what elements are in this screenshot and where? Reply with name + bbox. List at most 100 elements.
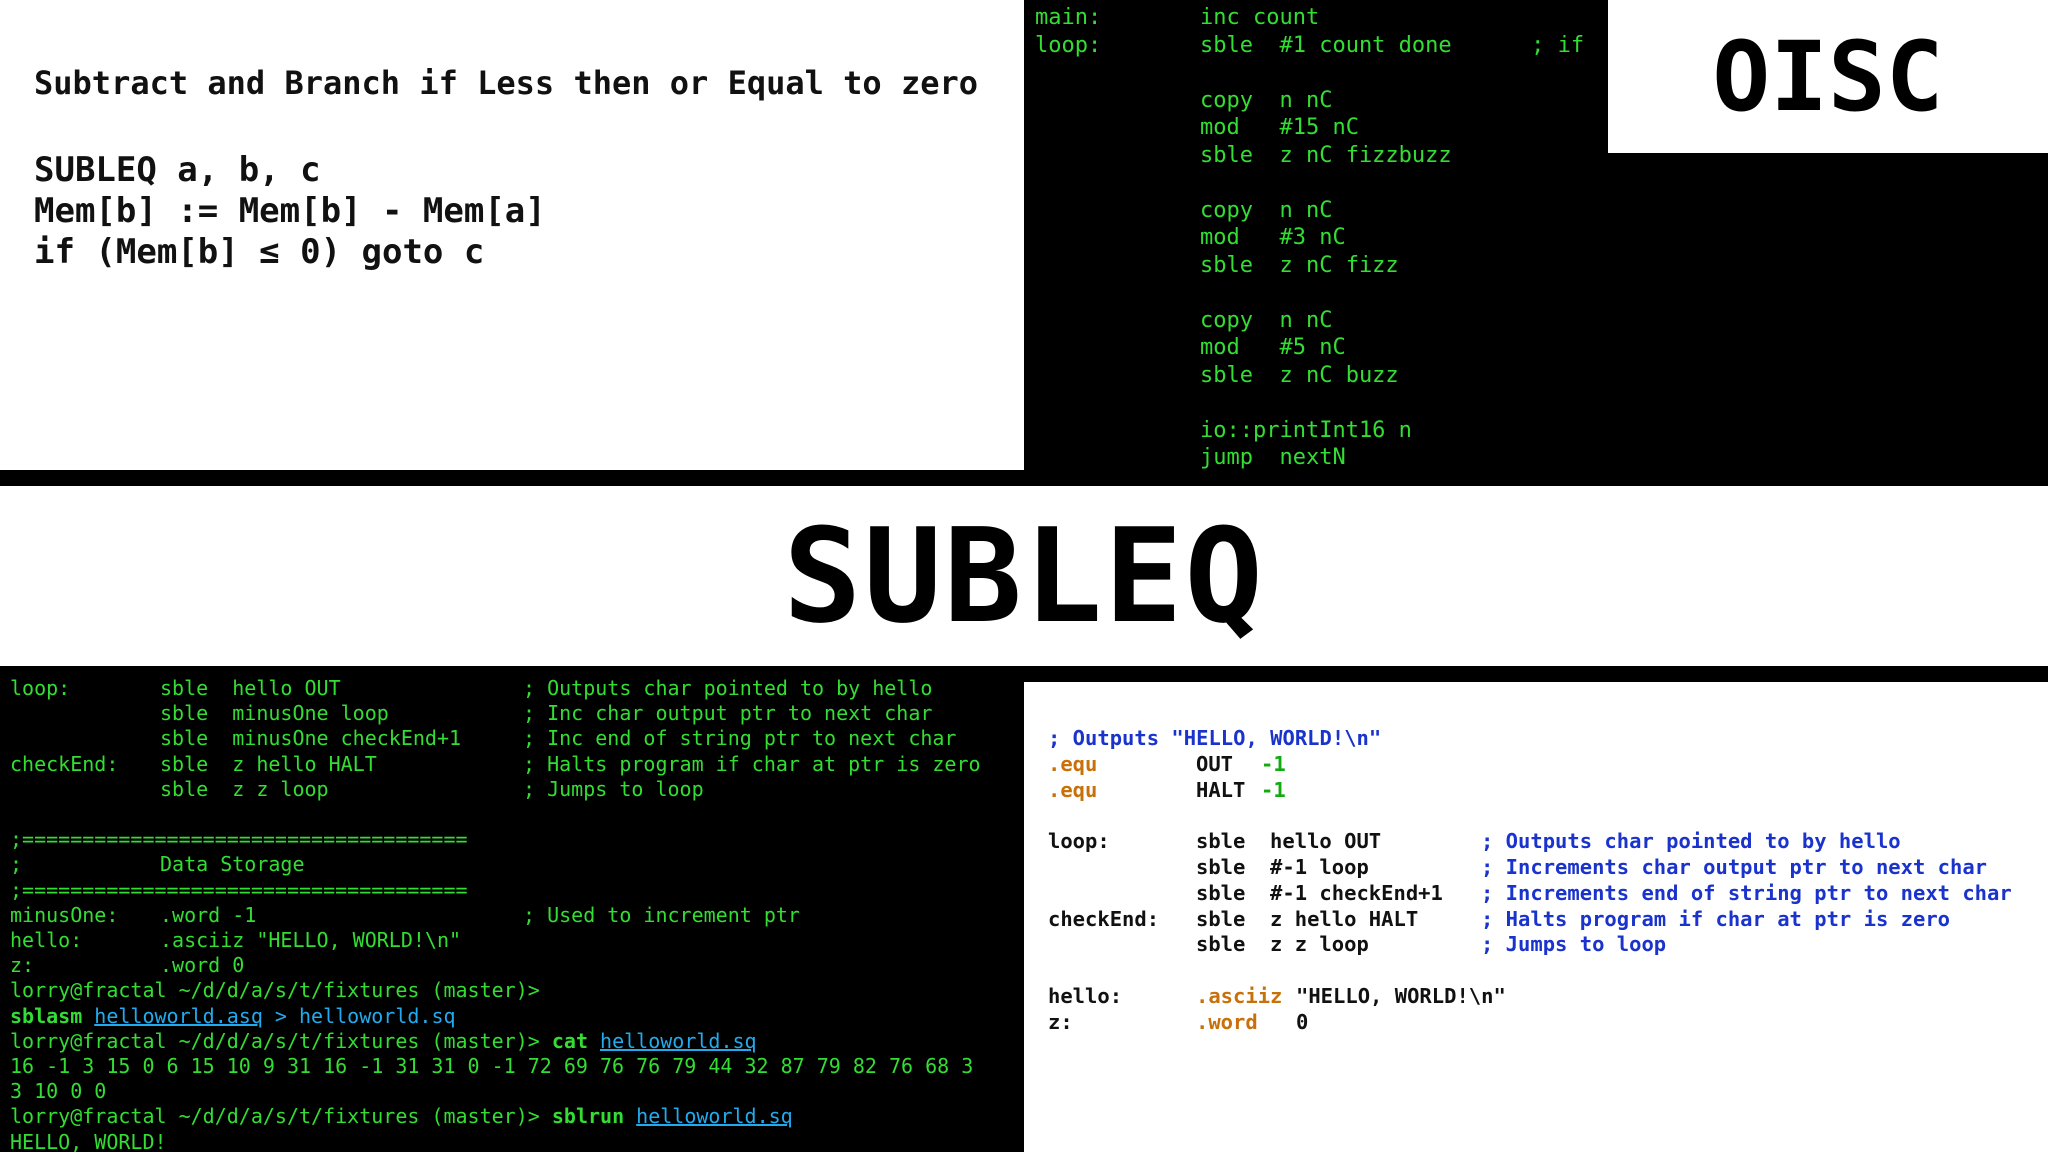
code-label: minusOne: <box>10 902 119 927</box>
code-line: sble #-1 checkEnd+1 ; Increments end of s… <box>1048 881 2012 907</box>
code-label: checkEnd: <box>1048 906 1160 931</box>
code-line: copy n nC <box>1035 197 1584 225</box>
code-line: loop: sble #1 count done ; if <box>1035 32 1584 60</box>
code-instruction: inc count <box>1200 5 1320 30</box>
code-instruction: sble #-1 loop <box>1196 854 1369 879</box>
equ-name: HALT <box>1196 777 1246 802</box>
code-line: minusOne: .word -1 ; Used to increment ptr <box>10 903 981 928</box>
code-label: loop: <box>1035 32 1102 58</box>
code-instruction: Data Storage <box>160 852 305 877</box>
terminal-file-link[interactable]: helloworld.asq <box>94 1004 263 1029</box>
code-comment: ; Inc end of string ptr to next char <box>523 726 957 751</box>
data-value: "HELLO, WORLD!\n" <box>1296 983 1506 1008</box>
code-label <box>1035 59 1200 87</box>
code-line: sble minusOne loop ; Inc char output ptr … <box>10 701 981 726</box>
code-comment: ; Used to increment ptr <box>523 902 800 927</box>
code-instruction: mod #3 nC <box>1200 225 1346 250</box>
code-instruction: sble minusOne checkEnd+1 <box>160 726 462 751</box>
code-label <box>1035 224 1200 252</box>
code-label <box>1035 252 1200 280</box>
terminal-prompt-line: lorry@fractal ~/d/d/a/s/t/fixtures (mast… <box>10 978 981 1003</box>
data-line: hello: .asciiz "HELLO, WORLD!\n" <box>1048 984 2012 1010</box>
terminal-command: sblrun <box>551 1104 625 1129</box>
code-comment: ; Increments char output ptr to next cha… <box>1481 854 1988 879</box>
code-instruction: sble #1 count done ; if <box>1200 32 1585 58</box>
code-instruction: sble z hello HALT <box>1196 906 1419 931</box>
code-instruction: sble z z loop <box>160 776 329 801</box>
code-instruction: mod #5 nC <box>1200 335 1346 360</box>
oisc-label: OISC <box>1712 20 1944 133</box>
data-directive: .word <box>1196 1009 1258 1034</box>
code-line: sble z z loop ; Jumps to loop <box>1048 932 2012 958</box>
source-instruction-block: loop: sble hello OUT ; Outputs char pointe… <box>1048 829 2012 958</box>
code-label <box>1035 142 1200 170</box>
code-comment: ; Outputs char pointed to by hello <box>523 676 933 700</box>
code-comment: ; Jumps to loop <box>523 776 704 801</box>
code-label <box>1035 334 1200 362</box>
code-label <box>1035 389 1200 417</box>
code-line: checkEnd: sble z hello HALT ; Halts progra… <box>10 752 981 777</box>
code-line: copy n nC <box>1035 87 1584 115</box>
code-label <box>1035 307 1200 335</box>
code-instruction: sble z nC fizz <box>1200 252 1399 278</box>
code-instruction: sble #-1 checkEnd+1 <box>1196 880 1443 905</box>
code-instruction: io::printInt16 n <box>1200 417 1412 443</box>
code-line: sble z nC buzz <box>1035 362 1584 390</box>
terminal-command-line: lorry@fractal ~/d/d/a/s/t/fixtures (mast… <box>10 1029 981 1054</box>
code-line: sble z nC fizz <box>1035 252 1584 280</box>
code-line <box>1035 279 1584 307</box>
code-label: ; <box>10 852 23 877</box>
code-separator: ;===================================== <box>10 827 468 852</box>
code-comment: ; Halts program if char at ptr is zero <box>523 751 981 776</box>
code-instruction: sble minusOne loop <box>160 701 389 726</box>
definition-line: Mem[b] := Mem[b] - Mem[a] <box>34 191 546 231</box>
code-label <box>10 802 160 827</box>
code-comment: ; Jumps to loop <box>1481 932 1667 957</box>
definition-line: SUBLEQ a, b, c <box>34 150 321 190</box>
code-line: ;===================================== <box>10 827 981 852</box>
code-line: hello: .asciiz "HELLO, WORLD!\n" <box>10 928 981 953</box>
code-instruction: jump nextN <box>1200 445 1346 470</box>
code-instruction: sble hello OUT <box>1196 829 1382 854</box>
equ-line: .equ OUT -1 <box>1048 752 2012 778</box>
data-label: hello: <box>1048 983 1123 1008</box>
banner-title: SUBLEQ <box>783 500 1265 652</box>
data-value: 0 <box>1296 1009 1309 1034</box>
code-line <box>1035 59 1584 87</box>
code-line: z: .word 0 <box>10 953 981 978</box>
terminal-file-link[interactable]: helloworld.sq <box>636 1104 793 1129</box>
code-label <box>1035 87 1200 115</box>
data-line: z: .word 0 <box>1048 1010 2012 1036</box>
code-instruction: .word -1 <box>160 902 257 927</box>
oisc-badge: OISC <box>1608 0 2048 153</box>
code-line: loop: sble hello OUT ; Outputs char pointe… <box>1048 829 2012 855</box>
terminal-command-line: sblasm helloworld.asq > helloworld.sq <box>10 1004 981 1029</box>
terminal-file-link[interactable]: helloworld.sq <box>600 1029 757 1054</box>
code-line: sble z z loop ; Jumps to loop <box>10 777 981 802</box>
terminal-command: cat <box>551 1028 588 1053</box>
source-header-comment: ; Outputs "HELLO, WORLD!\n" <box>1048 726 1382 750</box>
code-instruction: mod #15 nC <box>1200 115 1359 140</box>
definition-line: if (Mem[b] ≤ 0) goto c <box>34 232 485 272</box>
code-line: mod #3 nC <box>1035 224 1584 252</box>
terminal-prompt: lorry@fractal ~/d/d/a/s/t/fixtures (mast… <box>10 1028 540 1053</box>
terminal-output-line: 3 10 0 0 <box>10 1079 107 1104</box>
code-instruction: sble z hello HALT <box>160 751 377 776</box>
terminal-output-line: 16 -1 3 15 0 6 15 10 9 31 16 -1 31 31 0 … <box>10 1054 974 1079</box>
code-line: loop: sble hello OUT ; Outputs char pointe… <box>10 676 981 701</box>
code-comment: ; Inc char output ptr to next char <box>523 701 933 726</box>
code-label <box>10 777 160 802</box>
code-instruction: .asciiz "HELLO, WORLD!\n" <box>160 928 462 953</box>
code-instruction: sble z nC fizzbuzz <box>1200 142 1452 168</box>
code-instruction <box>1200 169 1213 197</box>
equ-value: -1 <box>1261 751 1286 776</box>
code-label <box>1035 444 1200 472</box>
code-label: loop: <box>1048 829 1110 854</box>
code-line: io::printInt16 n <box>1035 417 1584 445</box>
code-line: checkEnd: sble z hello HALT ; Halts progra… <box>1048 907 2012 933</box>
code-separator: ;===================================== <box>10 877 468 902</box>
code-instruction <box>1200 389 1213 417</box>
definition-code: SUBLEQ a, b, c Mem[b] := Mem[b] - Mem[a]… <box>34 150 546 273</box>
code-line <box>1035 169 1584 197</box>
code-label: loop: <box>10 676 71 700</box>
